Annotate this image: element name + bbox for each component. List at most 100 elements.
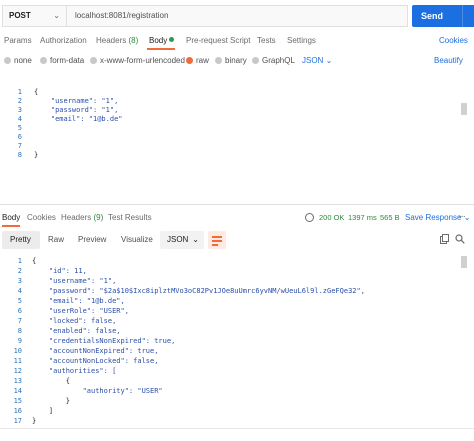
body-modified-dot-icon [169,37,175,42]
line-number: 2 [17,97,22,105]
code-line: "username": "1", [34,97,119,105]
line-number: 15 [13,397,22,405]
tab-label: Pre-request Script [186,36,251,45]
radio-x-www-form-urlencoded[interactable]: x-www-form-urlencoded [90,56,185,65]
view-raw-button[interactable]: Raw [40,231,72,249]
body-format-select[interactable]: JSON ⌄ [302,56,332,65]
more-options-icon[interactable]: ··· [458,211,466,222]
headers-count: (8) [128,36,139,45]
code-line: "authority": "USER" [32,387,163,395]
search-icon[interactable] [455,234,465,244]
code-line: { [32,257,37,265]
code-line: } [34,151,39,159]
response-scrollbar[interactable] [461,256,467,268]
response-body-viewer[interactable]: 1 2 3 4 5 6 7 8 9 10 11 12 13 14 15 16 1… [0,252,460,425]
request-scrollbar[interactable] [461,103,467,115]
line-number: 1 [17,88,22,96]
code-line: "locked": false, [32,317,117,325]
line-number: 9 [17,337,22,345]
code-line: "authorities": [ [32,367,117,375]
response-format-label: JSON [167,235,189,244]
radio-label: binary [225,56,247,65]
copy-icon[interactable] [440,234,449,244]
response-time[interactable]: 1397 ms [348,213,377,222]
line-number: 5 [17,124,22,132]
view-pretty-button[interactable]: Pretty [2,231,40,249]
chevron-down-icon: ⌄ [53,11,60,20]
wrap-lines-button[interactable] [208,231,226,249]
response-format-select[interactable]: JSON ⌄ [160,231,204,249]
tab-headers[interactable]: Headers (8) [96,36,138,45]
response-tab-test-results[interactable]: Test Results [108,213,152,222]
tab-label: Tests [257,36,276,45]
response-size[interactable]: 565 B [380,213,400,222]
radio-icon [40,57,47,64]
code-line: ] [32,407,54,415]
radio-label: x-www-form-urlencoded [100,56,185,65]
radio-label: form-data [50,56,85,65]
beautify-button[interactable]: Beautify [434,56,463,65]
line-number: 17 [13,417,22,425]
send-button[interactable]: Send [412,5,462,27]
code-line: { [32,377,70,385]
code-line: "username": "1", [32,277,117,285]
radio-label: GraphQL [262,56,295,65]
tab-label: Body [2,213,21,222]
code-line: "accountNonLocked": false, [32,357,159,365]
line-number: 4 [17,115,22,123]
chevron-down-icon: ⌄ [192,235,199,244]
code-line: "email": "1@b.de" [34,115,123,123]
line-number: 1 [17,257,22,265]
tab-label: Body [149,36,168,45]
request-body-editor[interactable]: 1 2 3 4 5 6 7 8 { "username": "1", "pass… [0,82,474,204]
tab-label: Params [4,36,32,45]
view-preview-button[interactable]: Preview [70,231,114,249]
url-input[interactable]: localhost:8081/registration [66,5,408,27]
send-options-button[interactable] [462,5,474,27]
radio-form-data[interactable]: form-data [40,56,84,65]
code-line: } [32,417,37,425]
radio-graphql[interactable]: GraphQL [252,56,295,65]
response-tab-headers[interactable]: Headers (9) [61,213,103,222]
line-number: 2 [17,267,22,275]
line-number: 5 [17,297,22,305]
line-number: 8 [17,327,22,335]
radio-selected-icon [186,57,193,64]
code-line: "enabled": false, [32,327,121,335]
code-line: "accountNonExpired": true, [32,347,159,355]
radio-icon [90,57,97,64]
tab-authorization[interactable]: Authorization [40,36,87,45]
view-visualize-button[interactable]: Visualize [113,231,161,249]
code-line: { [34,88,39,96]
tab-tests[interactable]: Tests [257,36,276,45]
tab-settings[interactable]: Settings [287,36,316,45]
code-line: } [32,397,70,405]
line-number: 7 [17,142,22,150]
tab-body[interactable]: Body [149,36,175,45]
radio-icon [215,57,222,64]
radio-label: raw [196,56,209,65]
line-number: 4 [17,287,22,295]
status-code[interactable]: 200 OK [319,213,344,222]
code-line: "credentialsNonExpired": true, [32,337,176,345]
radio-label: none [14,56,32,65]
method-select[interactable]: POST ⌄ [2,5,66,27]
radio-binary[interactable]: binary [215,56,247,65]
tab-label: Authorization [40,36,87,45]
tab-label: Test Results [108,213,152,222]
response-tab-cookies[interactable]: Cookies [27,213,56,222]
radio-raw[interactable]: raw [186,56,209,65]
pane-divider[interactable] [0,204,474,205]
radio-none[interactable]: none [4,56,32,65]
tab-params[interactable]: Params [4,36,32,45]
code-line: "password": "$2a$10$Ixc8iplztMVo3oC82Pv1… [32,287,365,295]
line-number: 6 [17,307,22,315]
active-tab-indicator [2,225,20,227]
tab-label: Settings [287,36,316,45]
method-label: POST [9,11,31,20]
cookies-link[interactable]: Cookies [439,36,468,45]
tab-pre-request-script[interactable]: Pre-request Script [186,36,250,45]
code-line: "id": 11, [32,267,87,275]
response-tab-body[interactable]: Body [2,213,20,222]
globe-icon[interactable] [305,213,314,222]
